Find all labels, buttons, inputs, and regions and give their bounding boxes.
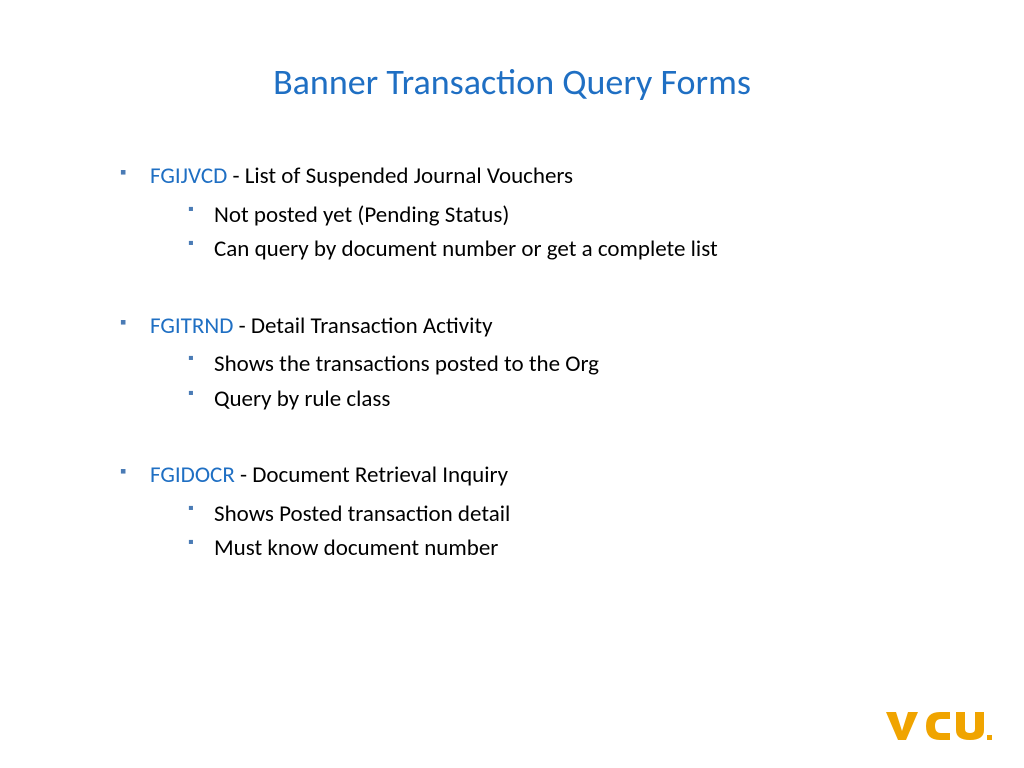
slide-title: Banner Transaction Query Forms <box>80 60 944 104</box>
vcu-logo <box>884 709 994 743</box>
sub-item: Not posted yet (Pending Status) <box>188 198 944 233</box>
list-item: FGITRND - Detail Transaction Activity Sh… <box>120 309 944 417</box>
sub-item: Must know document number <box>188 531 944 566</box>
form-desc: - Detail Transaction Activity <box>233 312 492 340</box>
form-desc: - List of Suspended Journal Vouchers <box>227 162 573 190</box>
sub-item: Can query by document number or get a co… <box>188 232 944 267</box>
form-code: FGIDOCR <box>150 461 235 489</box>
sub-item: Query by rule class <box>188 382 944 417</box>
list-item: FGIJVCD - List of Suspended Journal Vouc… <box>120 159 944 267</box>
outer-list: FGIJVCD - List of Suspended Journal Vouc… <box>80 159 944 566</box>
inner-list: Not posted yet (Pending Status) Can quer… <box>150 198 944 267</box>
sub-item: Shows the transactions posted to the Org <box>188 347 944 382</box>
slide-container: Banner Transaction Query Forms FGIJVCD -… <box>0 0 1024 768</box>
inner-list: Shows Posted transaction detail Must kno… <box>150 497 944 566</box>
form-desc: - Document Retrieval Inquiry <box>235 461 508 489</box>
form-code: FGIJVCD <box>150 162 227 190</box>
form-code: FGITRND <box>150 312 233 340</box>
inner-list: Shows the transactions posted to the Org… <box>150 347 944 416</box>
sub-item: Shows Posted transaction detail <box>188 497 944 532</box>
list-item: FGIDOCR - Document Retrieval Inquiry Sho… <box>120 458 944 566</box>
